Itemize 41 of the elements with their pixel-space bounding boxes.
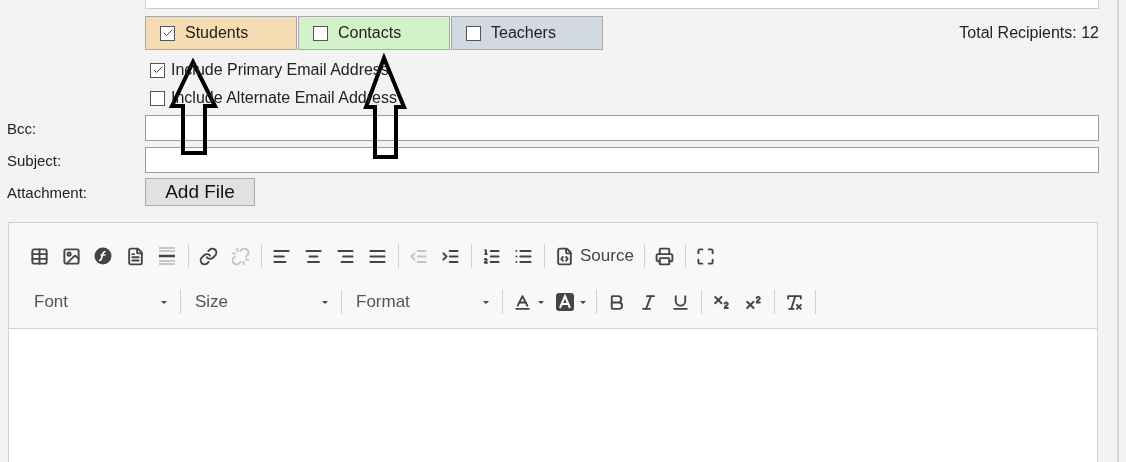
tab-label: Students [185,24,249,42]
field-label: Bcc: [7,119,38,137]
checkbox[interactable] [150,90,165,106]
input-field[interactable] [145,147,1099,173]
dropdown-menu[interactable]: Size [186,287,336,317]
image-icon [62,246,81,266]
text-color-icon [513,292,532,312]
link-icon [199,246,218,266]
recipient-tab[interactable]: Teachers [451,16,603,50]
checkbox[interactable] [160,25,175,41]
underline-icon [671,292,690,312]
recipient-tab[interactable]: Contacts [298,16,450,50]
remove-format-icon [785,292,804,312]
input-field[interactable] [145,115,1099,141]
add-file-button[interactable]: Add File [145,178,255,206]
recipient-tab[interactable]: Students [145,16,297,50]
checkbox[interactable] [150,62,165,78]
document-icon [126,246,145,266]
text-field[interactable] [145,0,1099,9]
source-icon [555,246,574,266]
italic-icon [639,292,658,312]
background-color-icon [556,293,574,311]
field-label: Subject: [7,151,63,169]
tab-label: Contacts [338,24,402,42]
print-icon [654,246,674,266]
check-icon [151,64,164,76]
unlink-icon [231,246,250,266]
checkbox[interactable] [466,25,481,41]
dropdown-menu[interactable]: Font [25,287,175,317]
horizontal-rule-icon [158,246,176,266]
tab-label: Teachers [491,24,556,42]
table-icon [30,246,49,266]
numbered-list-icon [482,246,501,266]
dropdown-menu[interactable]: Format [347,287,497,317]
checkbox[interactable] [313,25,328,41]
field-label: Attachment: [7,183,89,201]
toolbar-button[interactable]: Source [550,241,639,271]
flash-icon [94,247,112,265]
maximize-icon [695,246,715,266]
check-icon [161,27,174,39]
total-recipients: Total Recipients: 12 [959,24,1099,42]
